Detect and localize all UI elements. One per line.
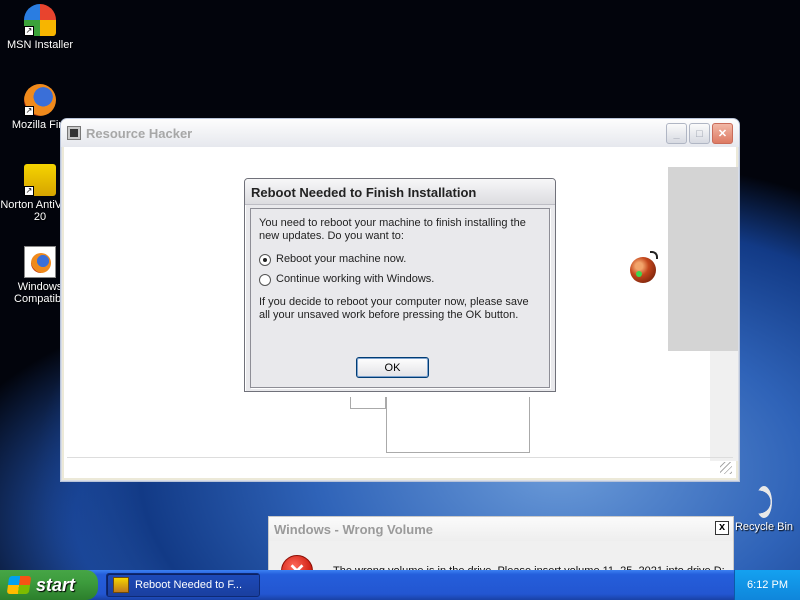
maximize-button[interactable]: □: [689, 123, 710, 144]
taskbar-item-reboot-dialog[interactable]: Reboot Needed to F...: [106, 573, 260, 597]
dialog-title: Reboot Needed to Finish Installation: [245, 179, 555, 205]
window-title: Resource Hacker: [86, 125, 193, 141]
desktop-icon-label: Windows Compatibil: [14, 281, 66, 305]
desktop-icon-label: MSN Installer: [6, 39, 74, 51]
radio-unselected-icon[interactable]: [259, 273, 271, 286]
desktop-icon-msn-installer[interactable]: ↗ MSN Installer: [0, 4, 80, 51]
radio-label: Reboot your machine now.: [276, 253, 407, 265]
dialog-group-box: You need to reboot your machine to finis…: [250, 208, 550, 388]
ok-button[interactable]: OK: [356, 357, 429, 378]
dialog-preview-frame: [386, 397, 530, 453]
start-button[interactable]: start: [0, 570, 98, 600]
minimize-button[interactable]: _: [666, 123, 687, 144]
firefox-icon: ↗: [24, 84, 56, 116]
bomb-icon: [630, 257, 656, 283]
error-close-button[interactable]: x: [715, 521, 729, 535]
taskbar-item-label: Reboot Needed to F...: [135, 579, 243, 591]
close-button[interactable]: ✕: [712, 123, 733, 144]
msn-butterfly-icon: ↗: [24, 4, 56, 36]
resource-hacker-icon: [67, 126, 81, 140]
system-tray: 6:12 PM: [734, 570, 800, 600]
recycle-bin-icon: [756, 486, 772, 518]
radio-label: Continue working with Windows.: [276, 273, 435, 285]
norton-icon: ↗: [24, 164, 56, 196]
resize-grip[interactable]: [720, 462, 732, 474]
window-titlebar[interactable]: Resource Hacker: [61, 119, 739, 147]
radio-selected-icon[interactable]: [259, 253, 271, 266]
radio-continue-working[interactable]: Continue working with Windows.: [259, 273, 541, 286]
scroll-strip: [710, 351, 738, 461]
dialog-message: You need to reboot your machine to finis…: [259, 217, 526, 242]
side-panel: [668, 167, 738, 351]
desktop-icon-recycle-bin[interactable]: Recycle Bin: [734, 486, 794, 533]
dialog-preview-frame: [350, 397, 386, 409]
radio-reboot-now[interactable]: Reboot your machine now.: [259, 253, 541, 266]
windows-logo-icon: [6, 576, 32, 594]
status-bar-divider: [67, 457, 733, 458]
desktop-icon-label: Recycle Bin: [734, 521, 794, 533]
bomb-fuse: [650, 251, 658, 259]
compatibility-icon: [24, 246, 56, 278]
installer-icon: [113, 577, 129, 593]
reboot-dialog[interactable]: Reboot Needed to Finish Installation You…: [244, 178, 556, 392]
taskbar: start Reboot Needed to F... 6:12 PM: [0, 570, 800, 600]
clock[interactable]: 6:12 PM: [747, 579, 788, 591]
dialog-note: If you decide to reboot your computer no…: [259, 296, 529, 321]
error-dialog-title: Windows - Wrong Volume: [269, 517, 733, 541]
window-controls: _ □ ✕: [666, 123, 733, 144]
start-label: start: [36, 574, 76, 595]
